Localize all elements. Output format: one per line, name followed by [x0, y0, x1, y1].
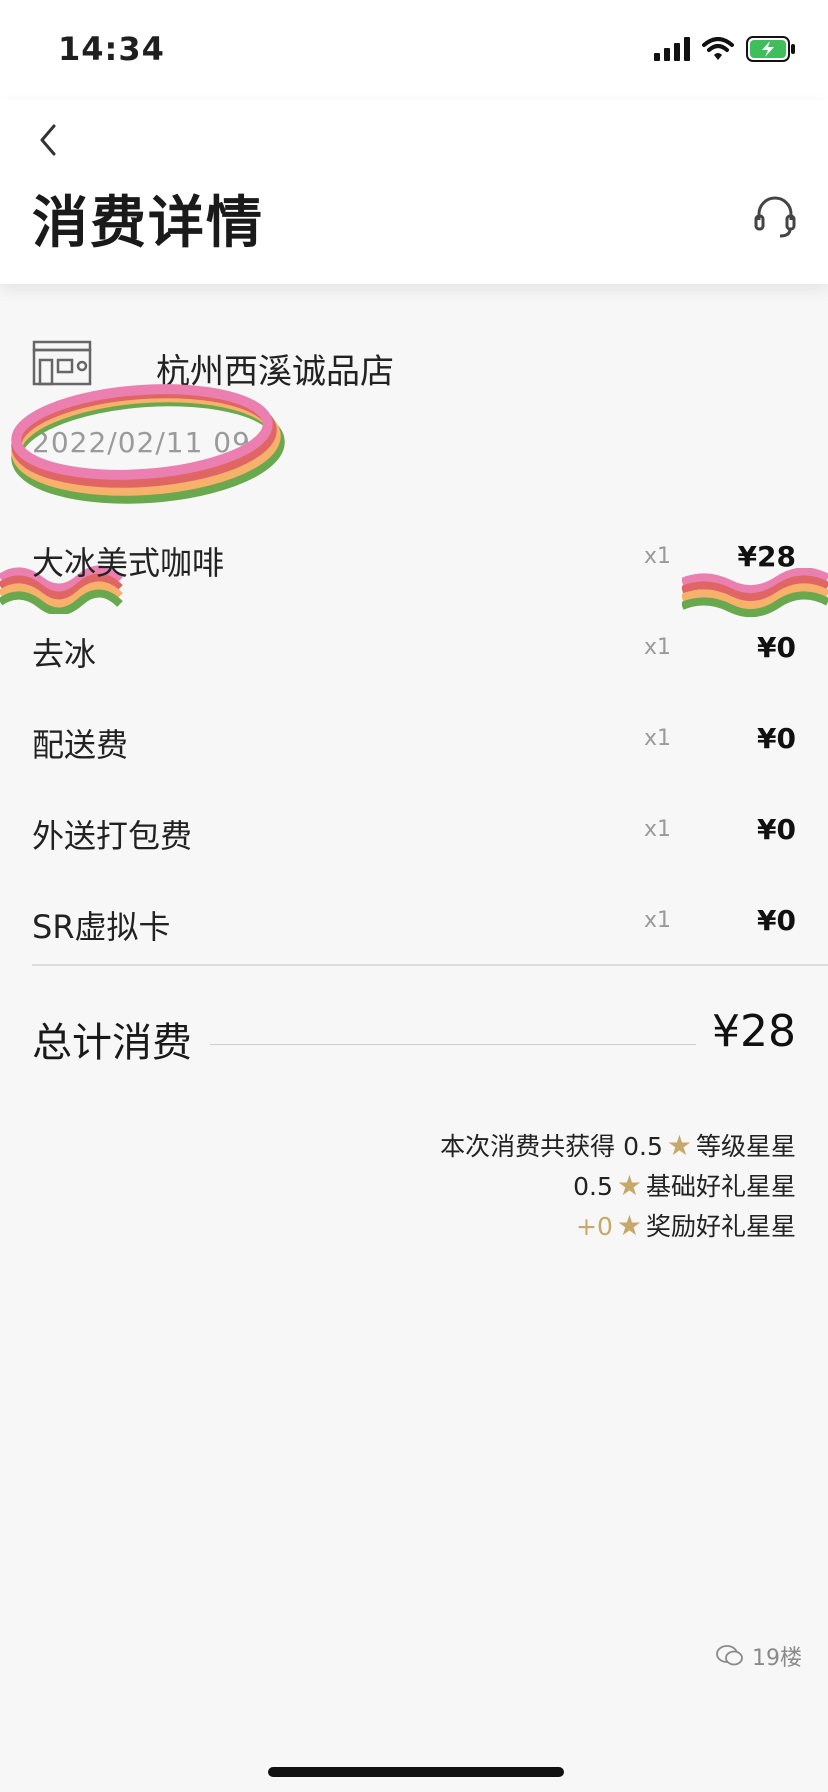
item-quantity: x1 [644, 635, 672, 660]
headset-icon[interactable] [752, 194, 798, 240]
store-icon [32, 340, 92, 386]
order-date: 2022/02/11 09:1 [32, 426, 281, 459]
watermark: 19楼 [716, 1640, 802, 1672]
receipt-content: 杭州西溪诚品店 2022/02/11 09:1 大冰美式咖啡 x1 ¥28 去冰… [0, 284, 828, 1792]
wechat-icon [716, 1645, 743, 1666]
item-name: 去冰 [32, 635, 97, 673]
line-item: 外送打包费 x1 ¥0 [32, 811, 796, 861]
basic-stars-prefix: 0.5 [573, 1172, 613, 1201]
basic-stars-suffix: 基础好礼星星 [645, 1172, 796, 1201]
wifi-icon [702, 37, 734, 60]
level-stars-suffix: 等级星星 [695, 1132, 796, 1161]
status-icons [654, 34, 796, 64]
item-name: 配送费 [32, 726, 129, 764]
page-header: 消费详情 [0, 100, 828, 284]
item-price: ¥0 [757, 904, 796, 937]
page-title: 消费详情 [32, 191, 264, 256]
signal-icon [654, 37, 690, 61]
total-dash-line [210, 1044, 696, 1045]
level-stars-prefix: 本次消费共获得 0.5 [440, 1132, 663, 1161]
line-item: 大冰美式咖啡 x1 ¥28 [32, 538, 796, 588]
bonus-stars-suffix: 奖励好礼星星 [645, 1212, 796, 1241]
line-item: 去冰 x1 ¥0 [32, 629, 796, 679]
item-quantity: x1 [644, 908, 672, 933]
stars-summary: 本次消费共获得 0.5 ★ 等级星星 0.5 ★ 基础好礼星星 +0 ★ 奖励好礼星星 [196, 1126, 796, 1246]
status-bar: 14:34 [0, 0, 828, 100]
item-name: 大冰美式咖啡 [32, 544, 225, 582]
home-indicator[interactable] [268, 1767, 564, 1777]
item-quantity: x1 [644, 544, 672, 569]
item-name: 外送打包费 [32, 817, 193, 855]
item-name: SR虚拟卡 [32, 908, 171, 946]
item-quantity: x1 [644, 817, 672, 842]
line-item: 配送费 x1 ¥0 [32, 720, 796, 770]
divider [32, 964, 828, 966]
bonus-stars-prefix: +0 [576, 1212, 613, 1241]
line-item: SR虚拟卡 x1 ¥0 [32, 902, 796, 952]
watermark-text: 19楼 [752, 1646, 802, 1671]
star-icon: ★ [616, 1169, 642, 1202]
item-price: ¥28 [737, 540, 796, 573]
total-label: 总计消费 [32, 1020, 192, 1066]
battery-icon [746, 36, 795, 62]
star-icon: ★ [666, 1129, 692, 1162]
level-stars-line: 本次消费共获得 0.5 ★ 等级星星 [196, 1126, 796, 1166]
status-time: 14:34 [58, 30, 165, 68]
item-price: ¥0 [757, 722, 796, 755]
basic-stars-line: 0.5 ★ 基础好礼星星 [196, 1166, 796, 1206]
total-value: ¥28 [712, 1006, 796, 1057]
chevron-left-icon[interactable] [32, 118, 68, 162]
item-quantity: x1 [644, 726, 672, 751]
store-name: 杭州西溪诚品店 [156, 352, 394, 392]
item-price: ¥0 [757, 813, 796, 846]
star-icon: ★ [616, 1209, 642, 1242]
item-price: ¥0 [757, 631, 796, 664]
bonus-stars-line: +0 ★ 奖励好礼星星 [196, 1206, 796, 1246]
